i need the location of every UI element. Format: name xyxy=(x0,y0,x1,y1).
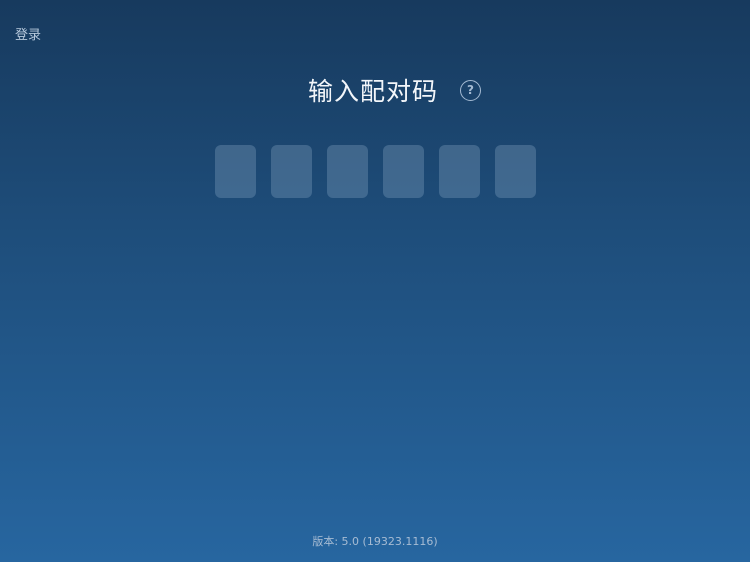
code-digit-box-4[interactable] xyxy=(383,145,424,198)
login-link[interactable]: 登录 xyxy=(15,24,41,43)
version-label: 版本: 5.0 (19323.1116) xyxy=(312,535,438,548)
help-icon[interactable]: ? xyxy=(460,80,481,101)
page-title: 输入配对码 xyxy=(308,77,439,106)
code-digit-box-1[interactable] xyxy=(215,145,256,198)
code-digit-box-3[interactable] xyxy=(327,145,368,198)
title-row: 输入配对码 ? xyxy=(0,70,750,110)
code-digit-box-6[interactable] xyxy=(495,145,536,198)
code-digit-box-5[interactable] xyxy=(439,145,480,198)
pairing-code-input[interactable] xyxy=(215,145,536,198)
code-digit-box-2[interactable] xyxy=(271,145,312,198)
